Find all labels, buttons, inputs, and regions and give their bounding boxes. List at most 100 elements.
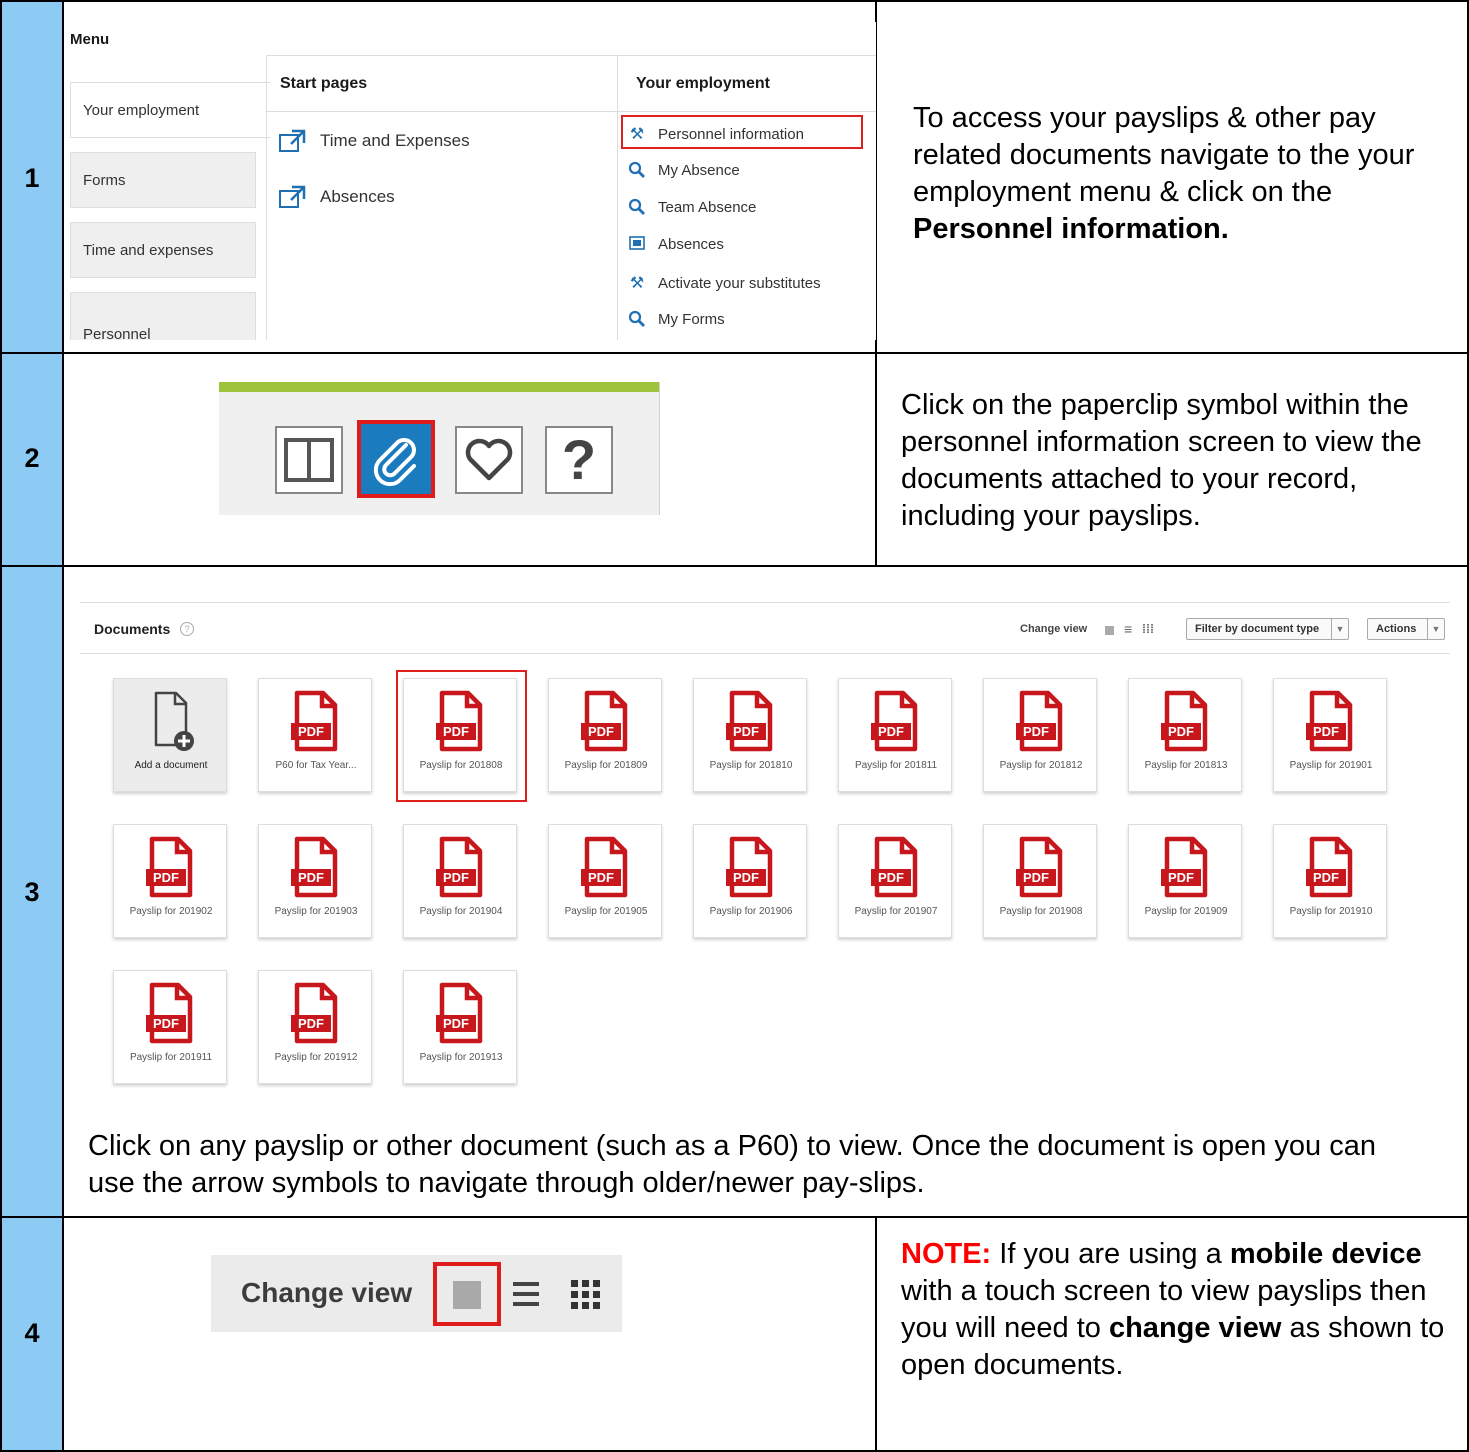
document-tile[interactable]: PDF Payslip for 201904 — [403, 824, 517, 938]
instruction-step-1: To access your payslips & other pay rela… — [913, 100, 1443, 248]
pdf-badge: PDF — [1168, 870, 1194, 885]
tile-label: Add a document — [134, 760, 208, 771]
filter-dropdown[interactable]: Filter by document type ▼ — [1186, 618, 1349, 640]
tile-view-icon[interactable] — [1105, 624, 1114, 638]
documents-title: Documents — [94, 621, 171, 637]
instruction-bold: Personnel information. — [913, 213, 1229, 245]
menu-divider — [617, 56, 618, 340]
add-document-tile[interactable]: Add a document — [113, 678, 227, 792]
pdf-file-icon: PDF — [436, 836, 483, 898]
emp-link-label: Absences — [658, 235, 724, 253]
actions-label: Actions — [1376, 623, 1417, 635]
tile-label: Payslip for 201911 — [129, 1052, 213, 1063]
document-tile[interactable]: PDF Payslip for 201809 — [548, 678, 662, 792]
split-view-icon — [284, 438, 334, 482]
emp-link-label: My Forms — [658, 310, 725, 328]
menu-divider — [266, 55, 876, 56]
pdf-badge: PDF — [1023, 870, 1049, 885]
document-tile[interactable]: PDF Payslip for 201913 — [403, 970, 517, 1084]
document-tile[interactable]: PDF P60 for Tax Year... — [258, 678, 372, 792]
tile-label: Payslip for 201813 — [1144, 760, 1228, 771]
note-label: NOTE: — [901, 1238, 992, 1270]
pdf-badge: PDF — [298, 724, 324, 739]
split-view-button[interactable] — [275, 426, 343, 494]
document-tile[interactable]: PDF Payslip for 201910 — [1273, 824, 1387, 938]
emp-link-absences[interactable]: Absences — [628, 235, 724, 253]
pdf-badge: PDF — [298, 870, 324, 885]
emp-link-label: Team Absence — [658, 198, 757, 216]
menu-item-your-employment[interactable]: Your employment — [70, 82, 270, 138]
pdf-file-icon: PDF — [871, 690, 918, 752]
pdf-badge: PDF — [1313, 870, 1339, 885]
chevron-down-icon: ▼ — [1331, 619, 1348, 639]
document-tile[interactable]: PDF Payslip for 201908 — [983, 824, 1097, 938]
pdf-badge: PDF — [878, 724, 904, 739]
pdf-file-icon: PDF — [1306, 836, 1353, 898]
row-divider — [0, 352, 1469, 354]
document-tile[interactable]: PDF Payslip for 201907 — [838, 824, 952, 938]
emp-link-my-absence[interactable]: My Absence — [628, 161, 740, 179]
step-number-1: 1 — [24, 163, 40, 193]
document-tile[interactable]: PDF Payslip for 201911 — [113, 970, 227, 1084]
document-tile[interactable]: PDF Payslip for 201813 — [1128, 678, 1242, 792]
tile-label: P60 for Tax Year... — [275, 760, 357, 771]
help-icon: ? — [561, 428, 597, 491]
document-tile[interactable]: PDF Payslip for 201811 — [838, 678, 952, 792]
emp-link-my-forms[interactable]: My Forms — [628, 310, 725, 328]
pdf-file-icon: PDF — [1016, 690, 1063, 752]
list-view-icon[interactable]: ≡ — [1124, 621, 1132, 637]
tile-label: Payslip for 201908 — [999, 906, 1083, 917]
start-link-absences[interactable]: Absences — [278, 185, 395, 209]
row-divider — [0, 565, 1469, 567]
menu-item-label: Your employment — [83, 101, 200, 119]
pdf-badge: PDF — [443, 1016, 469, 1031]
pdf-file-icon: PDF — [436, 982, 483, 1044]
tile-label: Payslip for 201811 — [854, 760, 938, 771]
menu-item-time-and-expenses[interactable]: Time and expenses — [70, 222, 256, 278]
external-link-icon — [279, 185, 306, 208]
row-divider — [0, 1216, 1469, 1218]
form-icon — [629, 236, 645, 250]
pdf-file-icon: PDF — [291, 982, 338, 1044]
tile-label: Payslip for 201809 — [564, 760, 648, 771]
list-view-icon[interactable] — [513, 1282, 539, 1312]
help-icon[interactable]: ? — [180, 622, 194, 636]
change-view-label: Change view — [241, 1277, 413, 1308]
start-link-time-and-expenses[interactable]: Time and Expenses — [278, 129, 470, 153]
filter-label: Filter by document type — [1195, 623, 1320, 635]
emp-link-activate-substitutes[interactable]: ⚒ Activate your substitutes — [628, 273, 821, 293]
document-tile[interactable]: PDF Payslip for 201902 — [113, 824, 227, 938]
document-tile[interactable]: PDF Payslip for 201906 — [693, 824, 807, 938]
document-tile[interactable]: PDF Payslip for 201903 — [258, 824, 372, 938]
change-view-screenshot: Change view — [211, 1255, 622, 1332]
pdf-badge: PDF — [588, 870, 614, 885]
pdf-badge: PDF — [588, 724, 614, 739]
document-tile[interactable]: PDF Payslip for 201912 — [258, 970, 372, 1084]
paperclip-button[interactable] — [357, 420, 435, 498]
document-tile[interactable]: PDF Payslip for 201812 — [983, 678, 1097, 792]
documents-header: Documents ? Change view ≡ ⁞⁞⁞ Filter by … — [80, 603, 1450, 654]
pdf-badge: PDF — [733, 724, 759, 739]
pdf-file-icon: PDF — [1306, 690, 1353, 752]
grid-view-icon[interactable] — [571, 1280, 601, 1310]
document-tile[interactable]: PDF Payslip for 201905 — [548, 824, 662, 938]
note-bold: change view — [1108, 1312, 1282, 1344]
document-tile[interactable]: PDF Payslip for 201901 — [1273, 678, 1387, 792]
help-button[interactable]: ? — [545, 426, 613, 494]
pdf-file-icon: PDF — [1161, 836, 1208, 898]
toolbar-accent-bar — [219, 382, 659, 392]
favorite-button[interactable] — [455, 426, 523, 494]
grid-view-icon[interactable]: ⁞⁞⁞ — [1142, 622, 1154, 636]
documents-screenshot: Documents ? Change view ≡ ⁞⁞⁞ Filter by … — [80, 602, 1450, 1118]
emp-link-team-absence[interactable]: Team Absence — [628, 198, 756, 216]
menu-item-forms[interactable]: Forms — [70, 152, 256, 208]
tile-label: Payslip for 201901 — [1289, 760, 1373, 771]
pdf-file-icon: PDF — [581, 690, 628, 752]
chevron-down-icon: ▼ — [1427, 619, 1444, 639]
actions-dropdown[interactable]: Actions ▼ — [1367, 618, 1445, 640]
document-tile[interactable]: PDF Payslip for 201810 — [693, 678, 807, 792]
menu-item-personnel[interactable]: Personnel — [70, 292, 256, 340]
document-tile[interactable]: PDF Payslip for 201909 — [1128, 824, 1242, 938]
menu-title: Menu — [70, 31, 110, 48]
pdf-badge: PDF — [1168, 724, 1194, 739]
